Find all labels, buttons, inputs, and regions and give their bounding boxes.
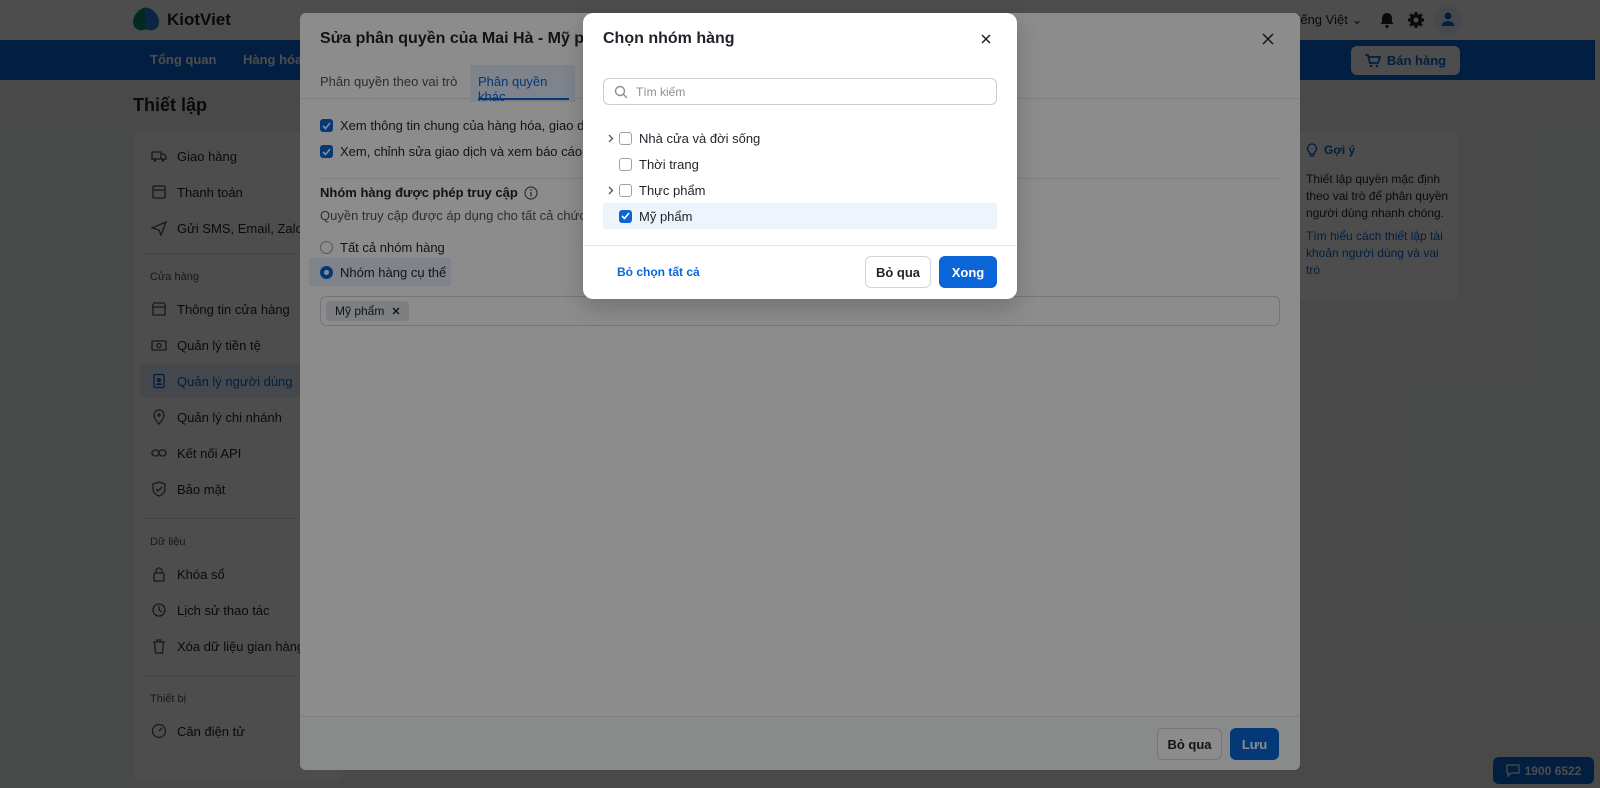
list-item[interactable]: Thời trang <box>603 151 997 177</box>
dialog-title: Chọn nhóm hàng <box>603 30 735 47</box>
list-item-label: Nhà cửa và đời sống <box>639 130 761 146</box>
search-icon <box>614 85 628 98</box>
list-item-label: Thời trang <box>639 156 699 172</box>
list-item[interactable]: Nhà cửa và đời sống <box>603 125 997 151</box>
chevron-right-icon[interactable] <box>603 125 619 151</box>
search-input[interactable] <box>636 84 976 99</box>
cancel-button[interactable]: Bỏ qua <box>865 256 931 288</box>
list-item[interactable]: Mỹ phẩm <box>603 203 997 229</box>
list-item-label: Thực phẩm <box>639 182 706 198</box>
search-field[interactable] <box>603 78 997 105</box>
checkbox[interactable] <box>619 131 632 145</box>
close-icon[interactable] <box>978 31 994 47</box>
list-item[interactable]: Thực phẩm <box>603 177 997 203</box>
footer-divider <box>583 245 1017 246</box>
choose-group-dialog: Chọn nhóm hàng Nhà cửa và đời sống Thời … <box>583 13 1017 299</box>
checkbox-checked[interactable] <box>619 209 632 223</box>
checkbox[interactable] <box>619 157 632 171</box>
checkbox[interactable] <box>619 183 632 197</box>
done-button[interactable]: Xong <box>939 256 997 288</box>
chevron-right-icon[interactable] <box>603 177 619 203</box>
deselect-all-link[interactable]: Bỏ chọn tất cả <box>617 265 700 279</box>
list-item-label: Mỹ phẩm <box>639 208 693 224</box>
